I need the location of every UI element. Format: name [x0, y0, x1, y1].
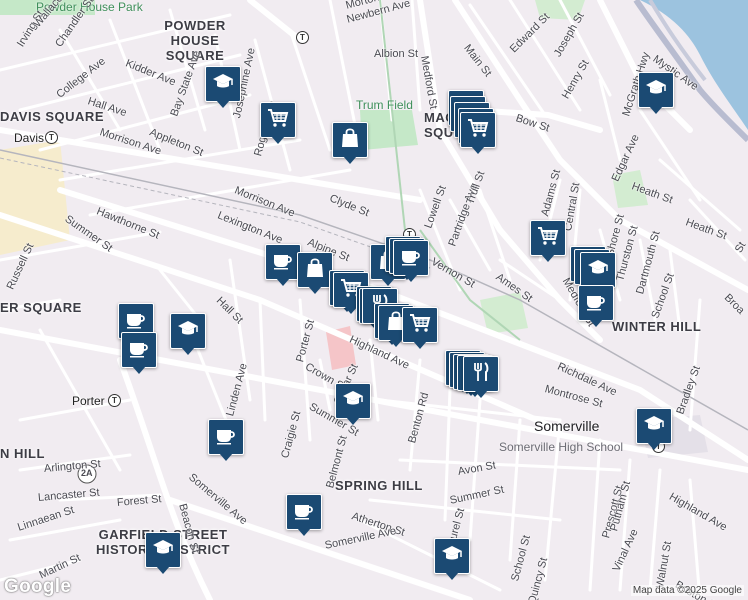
map-pin[interactable] — [402, 307, 438, 351]
school-icon — [586, 256, 610, 285]
coffee-icon — [292, 498, 316, 527]
station-label: Porter — [72, 394, 105, 408]
poi-label: Somerville High School — [499, 440, 624, 454]
area-label: N HILL — [0, 446, 45, 461]
cart-icon — [466, 116, 490, 145]
map-pin[interactable] — [460, 112, 496, 156]
city-label: Somerville — [534, 418, 600, 434]
map-pin[interactable] — [434, 538, 470, 582]
map-pin[interactable] — [260, 102, 296, 146]
restaurant-icon — [469, 360, 493, 389]
bag-icon — [338, 126, 362, 155]
map-canvas[interactable]: POWDER HOUSE SQUARE DAVIS SQUARE ER SQUA… — [0, 0, 748, 600]
area-label: DAVIS SQUARE — [0, 109, 104, 124]
map-pin[interactable] — [205, 66, 241, 110]
coffee-icon — [399, 244, 423, 273]
coffee-icon — [214, 423, 238, 452]
cart-icon — [408, 311, 432, 340]
map-pin[interactable] — [208, 419, 244, 463]
park-label: Trum Field — [356, 98, 413, 112]
map-pin[interactable] — [638, 72, 674, 116]
map-pin[interactable] — [170, 313, 206, 357]
street-label: Albion St — [374, 48, 419, 60]
map-pin[interactable] — [530, 220, 566, 264]
map-pin[interactable] — [297, 252, 333, 296]
map-pin[interactable] — [265, 244, 301, 288]
school-icon — [151, 536, 175, 565]
school-icon — [642, 412, 666, 441]
school-icon — [176, 317, 200, 346]
map-pin[interactable] — [393, 240, 429, 284]
area-label: ER SQUARE — [0, 300, 82, 315]
cart-icon — [536, 224, 560, 253]
school-icon — [211, 70, 235, 99]
cart-icon — [266, 106, 290, 135]
coffee-icon — [584, 289, 608, 318]
transit-icon: T — [108, 394, 121, 407]
map-pin[interactable] — [121, 332, 157, 376]
map-pin[interactable] — [332, 122, 368, 166]
school-icon — [644, 76, 668, 105]
coffee-icon — [271, 248, 295, 277]
map-pin[interactable] — [636, 408, 672, 452]
map-pin[interactable] — [145, 532, 181, 576]
school-icon — [440, 542, 464, 571]
coffee-icon — [127, 336, 151, 365]
street-label: 2A — [81, 468, 93, 478]
area-label: WINTER HILL — [612, 319, 702, 334]
map-pin[interactable] — [335, 383, 371, 427]
station-label: Davis — [14, 131, 45, 145]
map-pin[interactable] — [578, 285, 614, 329]
bag-icon — [303, 256, 327, 285]
area-label: SPRING HILL — [335, 478, 423, 493]
transit-icon: T — [45, 131, 58, 144]
transit-icon: T — [296, 31, 309, 44]
map-pin[interactable] — [286, 494, 322, 538]
map-attribution[interactable]: Map data ©2025 Google — [630, 585, 744, 596]
google-logo: Google — [4, 576, 72, 597]
map-pin[interactable] — [463, 356, 499, 400]
school-icon — [341, 387, 365, 416]
